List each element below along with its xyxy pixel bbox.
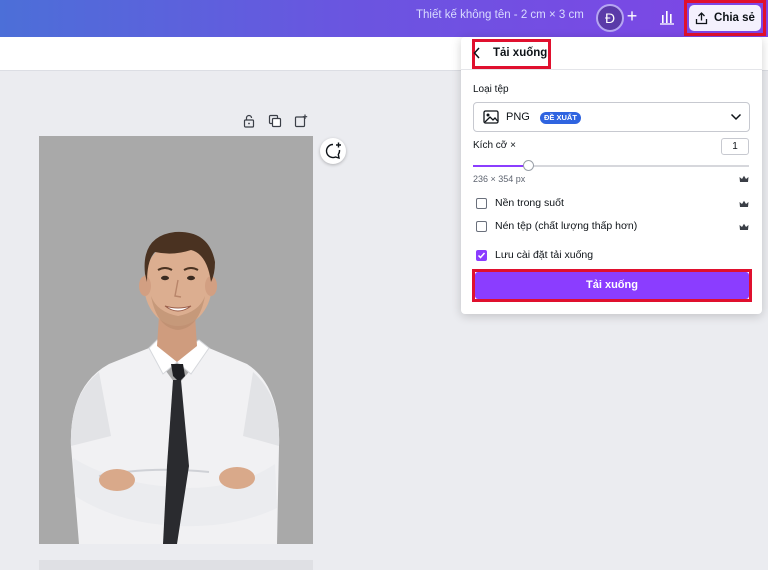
duplicate-icon[interactable]	[268, 114, 282, 128]
file-type-select[interactable]: PNG ĐỀ XUẤT	[473, 102, 750, 132]
top-header: Thiết kế không tên - 2 cm × 3 cm Đ + Chi…	[0, 0, 768, 37]
share-upload-icon	[695, 11, 708, 24]
person-photo	[70, 231, 280, 544]
add-collaborator-button[interactable]: +	[622, 4, 642, 30]
size-label: Kích cỡ ×	[473, 140, 516, 151]
page-tools	[242, 114, 308, 128]
download-panel: Tải xuống Loại tệp PNG ĐỀ XUẤT Kích cỡ ×…	[461, 37, 762, 314]
compress-label: Nén tệp (chất lượng thấp hơn)	[495, 220, 638, 232]
size-slider-thumb[interactable]	[523, 160, 534, 171]
comment-add-icon	[325, 142, 341, 159]
stats-button[interactable]	[654, 6, 680, 28]
chevron-down-icon	[730, 113, 742, 121]
file-type-label: Loại tệp	[473, 84, 509, 95]
recommended-badge: ĐỀ XUẤT	[540, 112, 581, 124]
stats-icon	[660, 11, 674, 25]
next-page-preview[interactable]	[39, 560, 313, 570]
design-canvas-page[interactable]	[39, 136, 313, 544]
lock-icon[interactable]	[242, 114, 256, 128]
document-title[interactable]: Thiết kế không tên - 2 cm × 3 cm	[416, 9, 584, 21]
transparent-bg-checkbox[interactable]	[476, 197, 487, 209]
panel-title: Tải xuống	[493, 47, 548, 59]
share-highlight: Chia sẻ	[684, 0, 766, 36]
back-chevron-icon	[473, 47, 480, 59]
file-type-value: PNG	[506, 111, 530, 123]
crown-icon	[739, 223, 749, 230]
panel-divider	[461, 69, 762, 70]
transparent-bg-option[interactable]: Nền trong suốt	[476, 197, 564, 209]
user-avatar[interactable]: Đ	[596, 4, 624, 32]
crown-icon	[739, 200, 749, 207]
add-page-icon[interactable]	[294, 114, 308, 128]
back-button[interactable]	[472, 46, 482, 60]
save-settings-option[interactable]: Lưu cài đặt tải xuống	[476, 249, 593, 261]
share-button[interactable]: Chia sẻ	[689, 5, 761, 31]
size-input[interactable]: 1	[721, 138, 749, 155]
image-icon	[483, 110, 499, 124]
save-settings-checkbox[interactable]	[476, 249, 487, 261]
crown-icon	[739, 175, 749, 182]
transparent-bg-label: Nền trong suốt	[495, 197, 564, 209]
check-icon	[477, 252, 486, 259]
share-label: Chia sẻ	[714, 12, 755, 24]
size-slider-fill	[473, 165, 528, 167]
compress-option[interactable]: Nén tệp (chất lượng thấp hơn)	[476, 220, 637, 232]
pixel-dimensions: 236 × 354 px	[473, 174, 526, 184]
save-settings-label: Lưu cài đặt tải xuống	[495, 249, 594, 261]
download-button[interactable]: Tải xuống	[475, 272, 749, 299]
comment-add-button[interactable]	[320, 138, 346, 164]
compress-checkbox[interactable]	[476, 220, 487, 232]
